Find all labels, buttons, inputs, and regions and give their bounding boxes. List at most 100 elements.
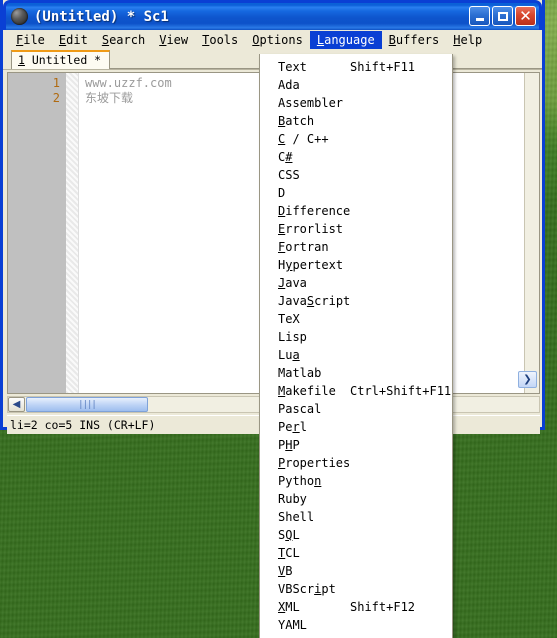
close-button[interactable]: ✕: [515, 6, 536, 26]
menu-item-hypertext[interactable]: Hypertext: [260, 256, 452, 274]
menu-item-label: Batch: [278, 114, 315, 128]
menu-options[interactable]: Options: [245, 31, 310, 49]
menu-item-tcl[interactable]: TCL: [260, 544, 452, 562]
menu-bar: File Edit Search View Tools Options Language Bu…: [3, 30, 542, 50]
menu-item-label: Assembler: [278, 96, 344, 110]
menu-file[interactable]: File: [9, 31, 52, 49]
vertical-scrollbar[interactable]: [524, 73, 539, 393]
menu-item-makefile[interactable]: Makefile Ctrl+Shift+F11: [260, 382, 452, 400]
minimize-button[interactable]: [469, 6, 490, 26]
menu-item-label: CSS: [278, 168, 300, 182]
menu-language[interactable]: Language: [309, 31, 382, 49]
menu-item-label: Properties: [278, 456, 351, 470]
menu-help[interactable]: Help: [446, 31, 489, 49]
line-number: 1: [52, 76, 60, 90]
desktop: (Untitled) * Sc1 ✕ File Edit Search View Too…: [0, 0, 557, 638]
menu-item-javascript[interactable]: JavaScript: [260, 292, 452, 310]
menu-item-shell[interactable]: Shell: [260, 508, 452, 526]
menu-item-assembler[interactable]: Assembler: [260, 94, 452, 112]
menu-item-shortcut: Ctrl+Shift+F11: [350, 384, 452, 398]
menu-item-sql[interactable]: SQL: [260, 526, 452, 544]
menu-item-label: VB: [278, 564, 293, 578]
menu-item-label: Makefile: [278, 384, 336, 398]
maximize-button[interactable]: [492, 6, 513, 26]
menu-item-c#[interactable]: C#: [260, 148, 452, 166]
menu-item-ada[interactable]: Ada: [260, 76, 452, 94]
menu-item-errorlist[interactable]: Errorlist: [260, 220, 452, 238]
menu-item-ruby[interactable]: Ruby: [260, 490, 452, 508]
menu-item-css[interactable]: CSS: [260, 166, 452, 184]
menu-item-php[interactable]: PHP: [260, 436, 452, 454]
menu-item-c-c++[interactable]: C / C++: [260, 130, 452, 148]
menu-item-vbscript[interactable]: VBScript: [260, 580, 452, 598]
menu-item-text[interactable]: Text Shift+F11: [260, 58, 452, 76]
menu-item-label: YAML: [278, 618, 307, 632]
menu-item-java[interactable]: Java: [260, 274, 452, 292]
title-bar[interactable]: (Untitled) * Sc1 ✕: [3, 0, 542, 30]
menu-item-shortcut: Shift+F11: [350, 60, 416, 74]
menu-item-label: TeX: [278, 312, 300, 326]
menu-item-xml[interactable]: XML Shift+F12: [260, 598, 452, 616]
menu-item-label: XML: [278, 600, 300, 614]
menu-item-label: JavaScript: [278, 294, 351, 308]
scroll-left-arrow-icon[interactable]: ◀: [8, 397, 25, 412]
menu-item-label: Matlab: [278, 366, 322, 380]
status-text: li=2 co=5 INS (CR+LF): [10, 418, 156, 432]
menu-item-label: Lisp: [278, 330, 307, 344]
menu-item-lua[interactable]: Lua: [260, 346, 452, 364]
line-number-gutter: 12: [8, 73, 66, 393]
window-title: (Untitled) * Sc1: [34, 8, 169, 25]
menu-item-shortcut: Shift+F12: [350, 600, 416, 614]
menu-item-label: Fortran: [278, 240, 329, 254]
menu-item-label: Lua: [278, 348, 300, 362]
tab-label: Untitled *: [24, 53, 102, 67]
menu-item-label: Ruby: [278, 492, 307, 506]
menu-item-difference[interactable]: Difference: [260, 202, 452, 220]
menu-item-label: Text: [278, 60, 307, 74]
menu-edit[interactable]: Edit: [52, 31, 95, 49]
close-icon: ✕: [519, 6, 532, 25]
menu-item-batch[interactable]: Batch: [260, 112, 452, 130]
menu-item-tex[interactable]: TeX: [260, 310, 452, 328]
menu-item-label: Shell: [278, 510, 315, 524]
menu-item-label: Pascal: [278, 402, 322, 416]
window-controls: ✕: [469, 6, 536, 26]
menu-item-matlab[interactable]: Matlab: [260, 364, 452, 382]
menu-item-label: PHP: [278, 438, 300, 452]
menu-item-label: D: [278, 186, 286, 200]
menu-item-label: Perl: [278, 420, 307, 434]
menu-item-perl[interactable]: Perl: [260, 418, 452, 436]
menu-view[interactable]: View: [152, 31, 195, 49]
menu-item-python[interactable]: Python: [260, 472, 452, 490]
tab-mnemonic: 1: [18, 53, 25, 67]
menu-tools[interactable]: Tools: [195, 31, 245, 49]
menu-item-lisp[interactable]: Lisp: [260, 328, 452, 346]
menu-search[interactable]: Search: [95, 31, 152, 49]
scroll-thumb[interactable]: ||||: [26, 397, 148, 412]
menu-item-yaml[interactable]: YAML: [260, 616, 452, 634]
minimize-icon: [475, 18, 484, 21]
menu-item-label: TCL: [278, 546, 300, 560]
menu-item-label: C#: [278, 150, 293, 164]
menu-item-label: Errorlist: [278, 222, 344, 236]
menu-item-label: SQL: [278, 528, 300, 542]
menu-item-label: VBScript: [278, 582, 336, 596]
line-number: 2: [52, 91, 60, 105]
menu-item-label: Ada: [278, 78, 300, 92]
scroll-right-arrow-icon[interactable]: ❯: [518, 371, 537, 388]
menu-item-label: Python: [278, 474, 322, 488]
menu-item-vb[interactable]: VB: [260, 562, 452, 580]
menu-item-label: Difference: [278, 204, 351, 218]
sphere-icon: [11, 8, 28, 25]
fold-margin[interactable]: [66, 73, 79, 393]
menu-buffers[interactable]: Buffers: [382, 31, 447, 49]
menu-item-label: C / C++: [278, 132, 329, 146]
tab-untitled[interactable]: 1 Untitled *: [11, 50, 111, 69]
menu-item-label: Hypertext: [278, 258, 344, 272]
language-dropdown-menu: Text Shift+F11 Ada Assembler Batch C / C++ C# C…: [259, 54, 453, 638]
menu-item-fortran[interactable]: Fortran: [260, 238, 452, 256]
menu-item-properties[interactable]: Properties: [260, 454, 452, 472]
maximize-icon: [497, 11, 508, 21]
menu-item-pascal[interactable]: Pascal: [260, 400, 452, 418]
menu-item-d[interactable]: D: [260, 184, 452, 202]
